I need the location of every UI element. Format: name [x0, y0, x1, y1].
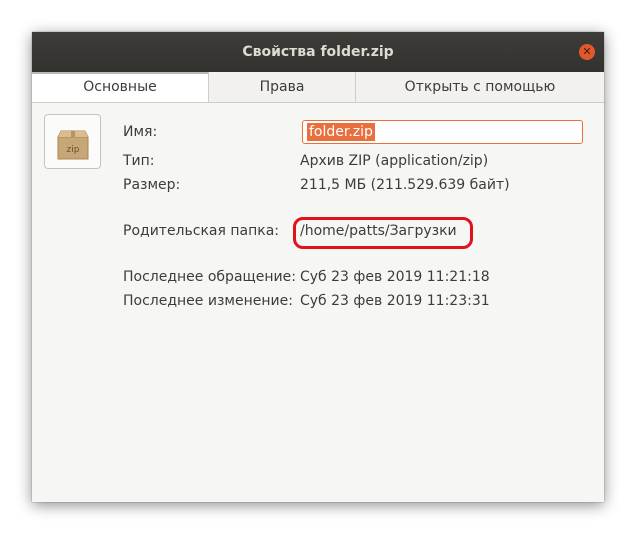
type-value: Архив ZIP (application/zip) — [300, 153, 489, 169]
close-icon[interactable]: ✕ — [579, 44, 595, 60]
size-label: Размер: — [123, 177, 181, 193]
tab-open-with[interactable]: Открыть с помощью — [356, 72, 604, 102]
file-icon-button[interactable]: zip — [44, 114, 101, 169]
tab-basic[interactable]: Основные — [32, 72, 209, 102]
type-label: Тип: — [123, 153, 155, 169]
highlight-annotation — [293, 217, 473, 249]
accessed-value: Суб 23 фев 2019 11:21:18 — [300, 269, 490, 285]
modified-value: Суб 23 фев 2019 11:23:31 — [300, 293, 490, 309]
name-label: Имя: — [123, 124, 158, 140]
parent-folder-label: Родительская папка: — [123, 223, 279, 239]
title-bar[interactable]: Свойства folder.zip ✕ — [32, 32, 604, 72]
window-title: Свойства folder.zip — [242, 44, 394, 60]
tab-permissions[interactable]: Права — [209, 72, 356, 102]
zip-archive-icon: zip — [57, 130, 89, 160]
accessed-label: Последнее обращение: — [123, 269, 296, 285]
tab-bar: Основные Права Открыть с помощью — [32, 72, 604, 103]
name-input-value: folder.zip — [307, 123, 375, 141]
zip-icon-text: zip — [67, 145, 80, 155]
name-input[interactable]: folder.zip — [302, 120, 583, 144]
size-value: 211,5 МБ (211.529.639 байт) — [300, 177, 510, 193]
properties-window: Свойства folder.zip ✕ Основные Права Отк… — [32, 32, 604, 502]
modified-label: Последнее изменение: — [123, 293, 293, 309]
